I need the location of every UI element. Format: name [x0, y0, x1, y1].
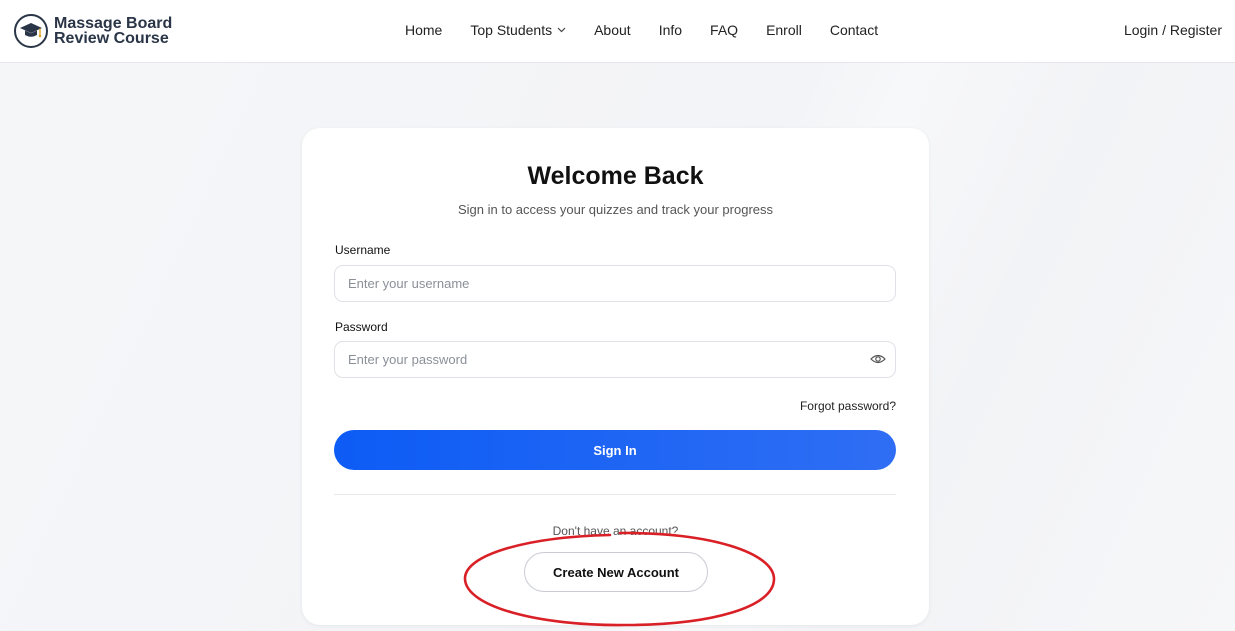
sign-in-button[interactable]: Sign In — [334, 430, 896, 470]
main-nav: Home Top Students About Info FAQ Enroll … — [405, 22, 906, 38]
create-account-button[interactable]: Create New Account — [524, 552, 708, 592]
nav-info-label: Info — [658, 22, 683, 38]
divider — [334, 494, 896, 495]
top-navbar: Massage Board Review Course Home Top Stu… — [0, 0, 1235, 63]
eye-icon[interactable] — [870, 352, 886, 371]
nav-home-label: Home — [405, 22, 443, 38]
no-account-text: Don't have an account? — [552, 524, 679, 538]
nav-home[interactable]: Home — [405, 22, 442, 38]
nav-faq[interactable]: FAQ — [710, 22, 738, 38]
nav-faq-label: FAQ — [710, 22, 739, 38]
username-field[interactable] — [334, 265, 896, 302]
password-field[interactable] — [334, 341, 896, 378]
nav-contact-label: Contact — [829, 22, 879, 38]
password-label: Password — [335, 320, 388, 334]
nav-info[interactable]: Info — [659, 22, 682, 38]
page-title: Welcome Back — [527, 162, 704, 190]
logo-text: Massage Board Review Course — [54, 15, 173, 47]
login-register-link[interactable]: Login / Register — [1124, 22, 1222, 38]
chevron-down-icon — [557, 25, 566, 35]
nav-top-students-label: Top Students — [470, 22, 553, 38]
nav-enroll-label: Enroll — [766, 22, 802, 38]
nav-contact[interactable]: Contact — [830, 22, 878, 38]
forgot-password-link[interactable]: Forgot password? — [800, 399, 896, 413]
page-subtitle: Sign in to access your quizzes and track… — [457, 202, 774, 217]
logo-line-2: Review Course — [54, 30, 169, 47]
nav-enroll[interactable]: Enroll — [766, 22, 802, 38]
graduation-cap-icon — [14, 14, 48, 48]
login-card: Welcome Back Sign in to access your quiz… — [302, 128, 929, 625]
nav-about-label: About — [594, 22, 631, 38]
username-label: Username — [335, 243, 391, 257]
nav-about[interactable]: About — [594, 22, 631, 38]
logo-line-1: Massage Board — [54, 15, 173, 32]
site-logo[interactable]: Massage Board Review Course — [14, 14, 172, 48]
nav-top-students[interactable]: Top Students — [470, 22, 566, 38]
